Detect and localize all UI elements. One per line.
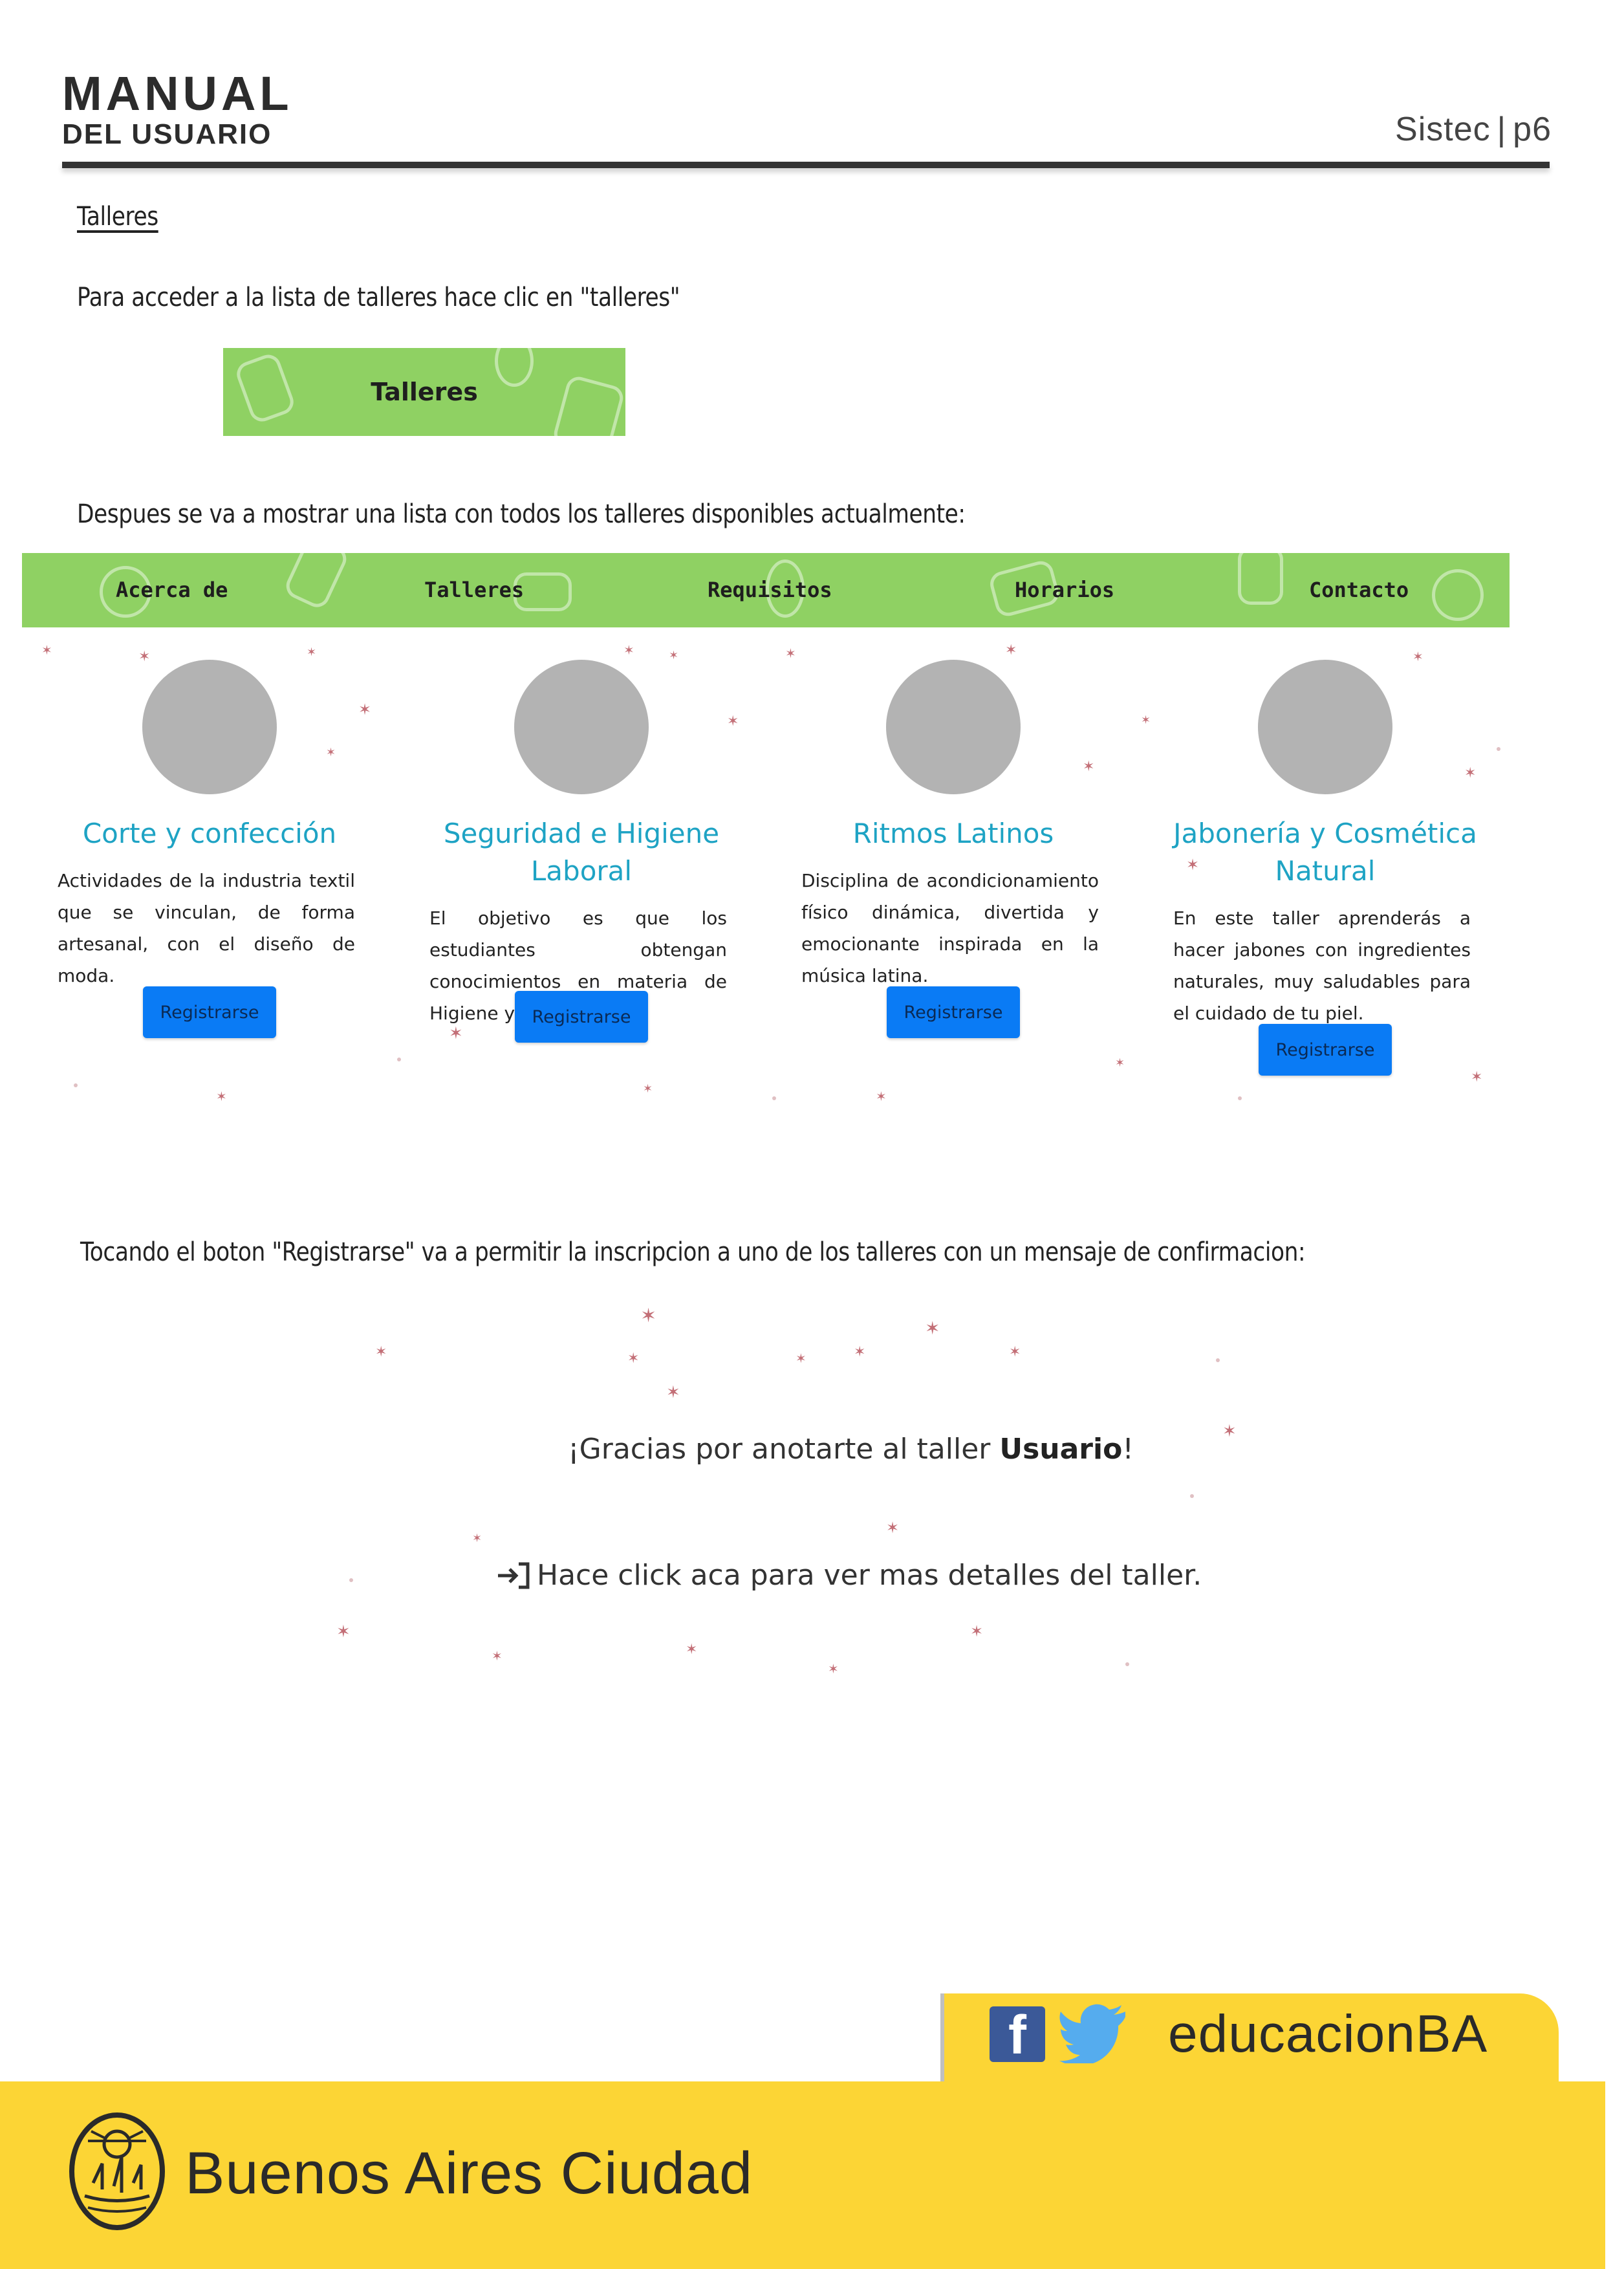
manual-title-line2: DEL USUARIO <box>62 118 272 150</box>
confirmation-message-suffix: ! <box>1122 1433 1134 1466</box>
confirmation-user: Usuario <box>999 1433 1123 1466</box>
workshop-title: Seguridad e Higiene Laboral <box>443 818 720 887</box>
details-link-text: Hace click aca para ver mas detalles del… <box>537 1559 1202 1592</box>
workshop-description: Actividades de la industria textil que s… <box>58 870 355 986</box>
intro-text: Para acceder a la lista de talleres hace… <box>77 283 680 312</box>
workshop-card: Corte y confección Actividades de la ind… <box>41 660 378 1113</box>
doodle-decoration <box>1432 569 1484 621</box>
star-decoration: ✶ <box>472 1532 482 1545</box>
star-decoration: ✶ <box>492 1648 503 1664</box>
star-decoration: ✶ <box>1009 1344 1021 1360</box>
speck-decoration <box>1125 1662 1129 1666</box>
manual-title: MANUAL DEL USUARIO <box>62 70 293 149</box>
star-decoration: ✶ <box>796 1351 807 1366</box>
star-decoration: ✶ <box>970 1622 984 1640</box>
workshop-title: Ritmos Latinos <box>852 818 1054 849</box>
star-decoration: ✶ <box>854 1344 866 1360</box>
section-title: Talleres <box>77 202 158 232</box>
talleres-list-screenshot: Acerca de Talleres Requisitos Horarios C… <box>22 553 1513 1122</box>
star-decoration: ✶ <box>41 642 52 658</box>
sign-in-arrow-icon <box>498 1562 530 1589</box>
list-intro-text: Despues se va a mostrar una lista con to… <box>77 499 966 529</box>
nav-item-talleres[interactable]: Talleres <box>424 553 524 627</box>
facebook-icon[interactable]: f <box>990 2006 1045 2062</box>
workshop-image-placeholder <box>1258 660 1392 794</box>
speck-decoration <box>772 1096 776 1100</box>
app-name: Sistec <box>1395 111 1491 148</box>
star-decoration: ✶ <box>1005 642 1017 658</box>
star-decoration: ✶ <box>623 642 634 658</box>
star-decoration: ✶ <box>785 646 796 661</box>
workshop-title: Corte y confección <box>82 818 337 849</box>
doodle-decoration <box>551 374 625 436</box>
workshop-description: Disciplina de acondicionamiento físico d… <box>801 870 1099 986</box>
star-decoration: ✶ <box>375 1344 387 1360</box>
workshop-card: Seguridad e Higiene Laboral El objetivo … <box>413 660 750 1113</box>
social-handle: educacionBA <box>1168 2004 1488 2063</box>
speck-decoration <box>1216 1358 1220 1362</box>
star-decoration: ✶ <box>1222 1422 1237 1441</box>
doodle-decoration <box>1238 553 1283 605</box>
star-decoration: ✶ <box>307 646 317 659</box>
workshop-card: Jabonería y Cosmética Natural En este ta… <box>1157 660 1493 1113</box>
site-navbar: Acerca de Talleres Requisitos Horarios C… <box>22 553 1510 627</box>
talleres-button-label: Talleres <box>371 378 478 406</box>
workshop-card: Ritmos Latinos Disciplina de acondiciona… <box>785 660 1121 1113</box>
star-decoration: ✶ <box>1141 713 1151 727</box>
page-indicator: Sistec | p6 <box>1395 110 1552 149</box>
header-rule <box>62 162 1550 168</box>
star-decoration: ✶ <box>828 1661 839 1677</box>
nav-item-requisitos[interactable]: Requisitos <box>708 553 832 627</box>
workshop-title: Jabonería y Cosmética Natural <box>1173 818 1477 887</box>
workshop-image-placeholder <box>142 660 277 794</box>
page-number: p6 <box>1513 111 1552 148</box>
details-link[interactable]: Hace click aca para ver mas detalles del… <box>497 1559 1202 1592</box>
city-name: Buenos Aires Ciudad <box>185 2140 753 2206</box>
talleres-button[interactable]: Talleres <box>223 348 625 436</box>
star-decoration: ✶ <box>666 1383 680 1402</box>
page-separator: | <box>1497 111 1507 148</box>
confirmation-screenshot: ✶ ✶ ✶ ✶ ✶ ✶ ✶ ✶ ✶ ✶ ✶ ✶ ✶ ✶ ✶ ✶ ¡Gracias… <box>323 1300 1294 1701</box>
star-decoration: ✶ <box>886 1519 900 1537</box>
speck-decoration <box>349 1578 353 1582</box>
city-seal-icon <box>69 2112 165 2230</box>
speck-decoration <box>1190 1494 1194 1498</box>
workshop-image-placeholder <box>886 660 1021 794</box>
twitter-icon[interactable] <box>1058 2004 1125 2063</box>
register-button[interactable]: Registrarse <box>515 991 648 1043</box>
nav-item-horarios[interactable]: Horarios <box>1015 553 1114 627</box>
manual-title-line1: MANUAL <box>62 67 293 120</box>
doodle-decoration <box>495 348 534 387</box>
star-decoration: ✶ <box>925 1318 940 1339</box>
star-decoration: ✶ <box>686 1642 698 1658</box>
star-decoration: ✶ <box>336 1622 351 1642</box>
register-button[interactable]: Registrarse <box>887 986 1020 1038</box>
doodle-decoration <box>282 553 351 612</box>
register-button[interactable]: Registrarse <box>1259 1024 1392 1076</box>
confirmation-message: ¡Gracias por anotarte al taller Usuario! <box>568 1433 1134 1466</box>
register-button[interactable]: Registrarse <box>143 986 276 1038</box>
speck-decoration <box>397 1058 401 1061</box>
nav-item-acerca[interactable]: Acerca de <box>116 553 228 627</box>
workshop-description: En este taller aprenderás a hacer jabone… <box>1173 907 1471 1024</box>
confirm-intro-text: Tocando el boton "Registrarse" va a perm… <box>80 1237 1306 1267</box>
nav-item-contacto[interactable]: Contacto <box>1309 553 1409 627</box>
confirmation-message-prefix: ¡Gracias por anotarte al taller <box>568 1433 1000 1466</box>
speck-decoration <box>1497 747 1500 751</box>
doodle-decoration <box>233 351 298 426</box>
star-decoration: ✶ <box>627 1351 640 1367</box>
workshop-image-placeholder <box>514 660 649 794</box>
star-decoration: ✶ <box>640 1305 657 1327</box>
